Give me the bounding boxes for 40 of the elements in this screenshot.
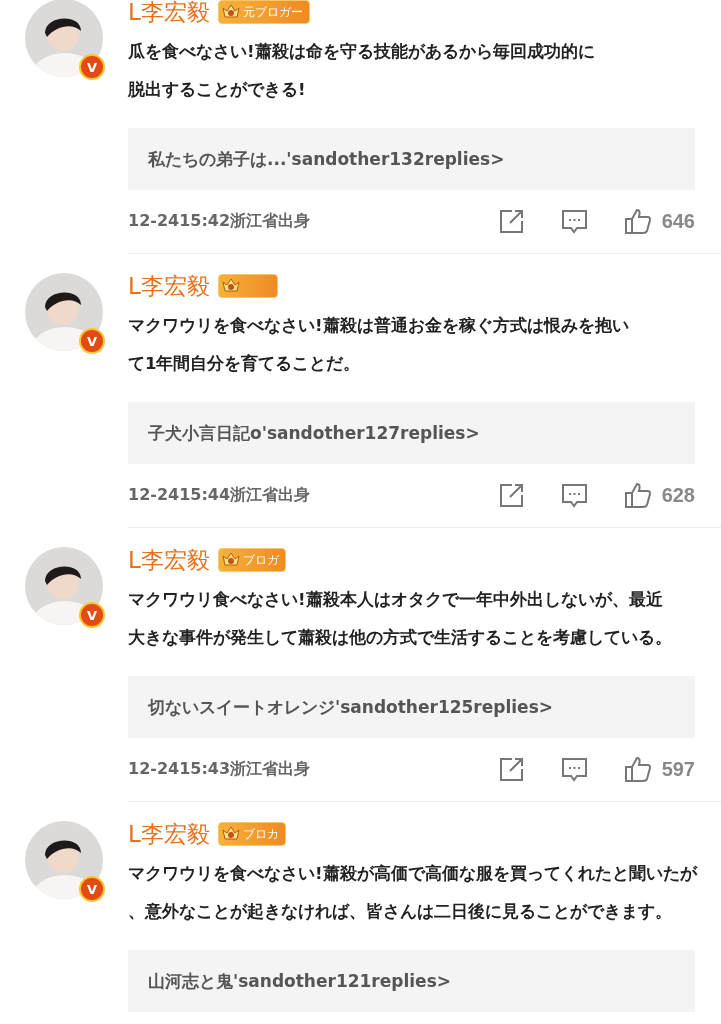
author-name[interactable]: L李宏毅 [128,544,210,576]
author-name[interactable]: L李宏毅 [128,0,210,28]
comment-icon [560,207,588,235]
like-button[interactable]: 646 [623,207,695,235]
share-button[interactable] [497,481,525,509]
replies-link[interactable]: 子犬小言日記o'sandother127replies> [128,402,695,464]
blogger-badge: ブロガ [217,548,286,572]
comment-button[interactable] [560,207,588,235]
blogger-badge: ブロカ [217,822,286,846]
verified-badge: V [79,876,105,902]
avatar[interactable] [25,0,103,77]
comment-text: 瓜を食べなさい!蕭殺は命を守る技能があるから毎回成功的に 脱出することができる! [128,41,596,101]
author-name[interactable]: L李宏毅 [128,270,210,302]
share-button[interactable] [497,207,525,235]
comment-button[interactable] [560,755,588,783]
share-icon [497,481,525,509]
blogger-badge: 元ブロガー [217,0,310,24]
share-icon [497,755,525,783]
verified-badge: V [79,602,105,628]
replies-link[interactable]: 私たちの弟子は...'sandother132replies> [128,128,695,190]
comment-icon [560,481,588,509]
time-location: 12-2415:44浙江省出身 [128,484,312,506]
comment-icon [560,755,588,783]
time-location: 12-2415:43浙江省出身 [128,758,312,780]
comment-button[interactable] [560,481,588,509]
verified-badge: V [79,328,105,354]
like-button[interactable]: 597 [623,755,695,783]
time-location: 12-2415:42浙江省出身 [128,210,312,232]
thumbs-up-icon [623,207,652,235]
thumbs-up-icon [623,755,652,783]
comment-text: マクワウリ食べなさい!蕭殺本人はオタクで一年中外出しないが、最近 大きな事件が発生して蕭殺は他の方式で生活することを考慮している。 [128,589,673,649]
replies-link[interactable]: 山河志と鬼'sandother121replies> [128,950,695,1012]
share-icon [497,207,525,235]
share-button[interactable] [497,755,525,783]
replies-link[interactable]: 切ないスイートオレンジ'sandother125replies> [128,676,695,738]
author-name[interactable]: L李宏毅 [128,818,210,850]
like-button[interactable]: 628 [623,481,695,509]
comment-text: マクワウリを食べなさい!蕭殺は普通お金を稼ぐ方式は恨みを抱い て1年間自分を育てることだ。 [128,315,630,375]
thumbs-up-icon [623,481,652,509]
verified-badge: V [79,54,105,80]
